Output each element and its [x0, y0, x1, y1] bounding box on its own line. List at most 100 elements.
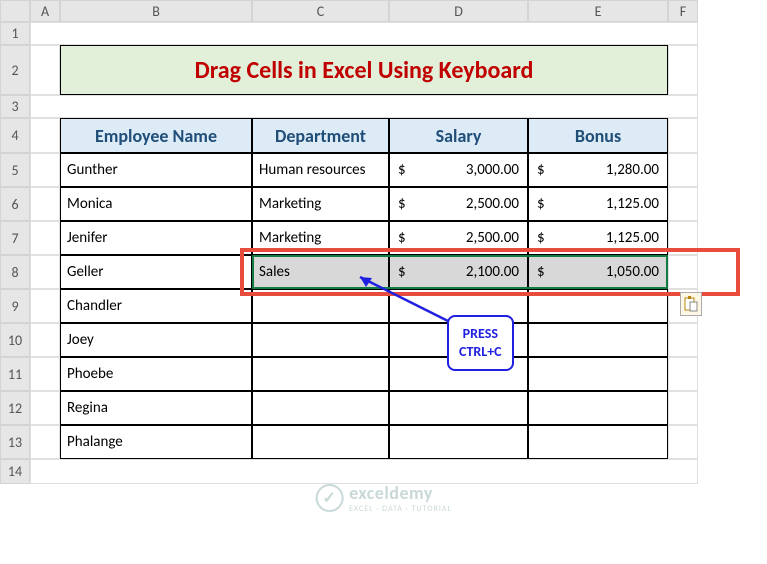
table-cell-bonus[interactable]: [528, 391, 668, 425]
table-cell-dept[interactable]: [252, 391, 389, 425]
col-header-c[interactable]: C: [252, 0, 389, 22]
col-header-d[interactable]: D: [389, 0, 528, 22]
row-header-8[interactable]: 8: [0, 255, 30, 289]
currency-symbol: $: [537, 263, 545, 281]
table-cell-salary[interactable]: [389, 391, 528, 425]
table-cell-name[interactable]: Geller: [60, 255, 252, 289]
currency-symbol: $: [398, 195, 406, 213]
table-header-bonus[interactable]: Bonus: [528, 118, 668, 153]
amount: 2,500.00: [466, 195, 519, 213]
cell[interactable]: [30, 289, 60, 323]
row-header-5[interactable]: 5: [0, 153, 30, 187]
cell[interactable]: [668, 221, 698, 255]
currency-symbol: $: [537, 161, 545, 179]
table-cell-name[interactable]: Phalange: [60, 425, 252, 459]
row-header-12[interactable]: 12: [0, 391, 30, 425]
table-cell-bonus[interactable]: [528, 357, 668, 391]
callout-box: PRESS CTRL+C: [447, 315, 514, 371]
col-header-f[interactable]: F: [668, 0, 698, 22]
paste-options-icon[interactable]: [680, 292, 702, 316]
amount: 2,100.00: [466, 263, 519, 281]
cell[interactable]: [30, 323, 60, 357]
table-cell-bonus[interactable]: [528, 425, 668, 459]
table-cell-bonus[interactable]: $1,050.00: [528, 255, 668, 289]
row-header-11[interactable]: 11: [0, 357, 30, 391]
cell[interactable]: [30, 391, 60, 425]
row-header-14[interactable]: 14: [0, 459, 30, 484]
table-cell-name[interactable]: Gunther: [60, 153, 252, 187]
col-header-e[interactable]: E: [528, 0, 668, 22]
table-cell-bonus[interactable]: $1,125.00: [528, 221, 668, 255]
table-cell-bonus[interactable]: $1,280.00: [528, 153, 668, 187]
table-cell-dept[interactable]: [252, 323, 389, 357]
table-cell-name[interactable]: Phoebe: [60, 357, 252, 391]
table-cell-name[interactable]: Monica: [60, 187, 252, 221]
table-header-salary[interactable]: Salary: [389, 118, 528, 153]
table-cell-salary[interactable]: $2,100.00: [389, 255, 528, 289]
cell[interactable]: [668, 255, 698, 289]
cell[interactable]: [30, 153, 60, 187]
row-header-3[interactable]: 3: [0, 95, 30, 118]
cell[interactable]: [30, 118, 60, 153]
currency-symbol: $: [398, 229, 406, 247]
cell[interactable]: [668, 357, 698, 391]
table-cell-salary[interactable]: [389, 425, 528, 459]
table-cell-dept[interactable]: [252, 357, 389, 391]
row-header-7[interactable]: 7: [0, 221, 30, 255]
watermark-text: exceldemy: [349, 482, 452, 504]
amount: 1,280.00: [606, 161, 659, 179]
amount: 1,125.00: [606, 229, 659, 247]
row-header-13[interactable]: 13: [0, 425, 30, 459]
cell[interactable]: [668, 153, 698, 187]
table-cell-salary[interactable]: $2,500.00: [389, 187, 528, 221]
table-header-dept[interactable]: Department: [252, 118, 389, 153]
cell[interactable]: [30, 22, 698, 45]
table-cell-salary[interactable]: $3,000.00: [389, 153, 528, 187]
cell[interactable]: [30, 459, 698, 484]
amount: 2,500.00: [466, 229, 519, 247]
watermark: ✓ exceldemy EXCEL · DATA · TUTORIAL: [315, 482, 452, 514]
cell[interactable]: [30, 425, 60, 459]
currency-symbol: $: [537, 195, 545, 213]
table-header-name[interactable]: Employee Name: [60, 118, 252, 153]
table-cell-name[interactable]: Chandler: [60, 289, 252, 323]
cell[interactable]: [30, 255, 60, 289]
row-header-6[interactable]: 6: [0, 187, 30, 221]
cell[interactable]: [30, 221, 60, 255]
table-cell-salary[interactable]: $2,500.00: [389, 221, 528, 255]
select-all-corner[interactable]: [0, 0, 30, 22]
table-cell-dept[interactable]: Marketing: [252, 187, 389, 221]
cell[interactable]: [668, 425, 698, 459]
amount: 1,125.00: [606, 195, 659, 213]
page-title[interactable]: Drag Cells in Excel Using Keyboard: [60, 45, 668, 95]
cell[interactable]: [668, 118, 698, 153]
row-header-1[interactable]: 1: [0, 22, 30, 45]
table-cell-name[interactable]: Joey: [60, 323, 252, 357]
cell[interactable]: [668, 391, 698, 425]
table-cell-name[interactable]: Regina: [60, 391, 252, 425]
cell[interactable]: [668, 323, 698, 357]
table-cell-bonus[interactable]: [528, 289, 668, 323]
col-header-a[interactable]: A: [30, 0, 60, 22]
row-header-9[interactable]: 9: [0, 289, 30, 323]
table-cell-dept[interactable]: Marketing: [252, 221, 389, 255]
table-cell-bonus[interactable]: [528, 323, 668, 357]
cell[interactable]: [30, 357, 60, 391]
currency-symbol: $: [537, 229, 545, 247]
row-header-4[interactable]: 4: [0, 118, 30, 153]
col-header-b[interactable]: B: [60, 0, 252, 22]
table-cell-name[interactable]: Jenifer: [60, 221, 252, 255]
cell[interactable]: [668, 45, 698, 95]
table-cell-dept[interactable]: Sales: [252, 255, 389, 289]
row-header-2[interactable]: 2: [0, 45, 30, 95]
amount: 1,050.00: [606, 263, 659, 281]
table-cell-bonus[interactable]: $1,125.00: [528, 187, 668, 221]
table-cell-dept[interactable]: [252, 289, 389, 323]
cell[interactable]: [30, 45, 60, 95]
cell[interactable]: [668, 187, 698, 221]
row-header-10[interactable]: 10: [0, 323, 30, 357]
cell[interactable]: [30, 95, 698, 118]
table-cell-dept[interactable]: [252, 425, 389, 459]
table-cell-dept[interactable]: Human resources: [252, 153, 389, 187]
cell[interactable]: [30, 187, 60, 221]
